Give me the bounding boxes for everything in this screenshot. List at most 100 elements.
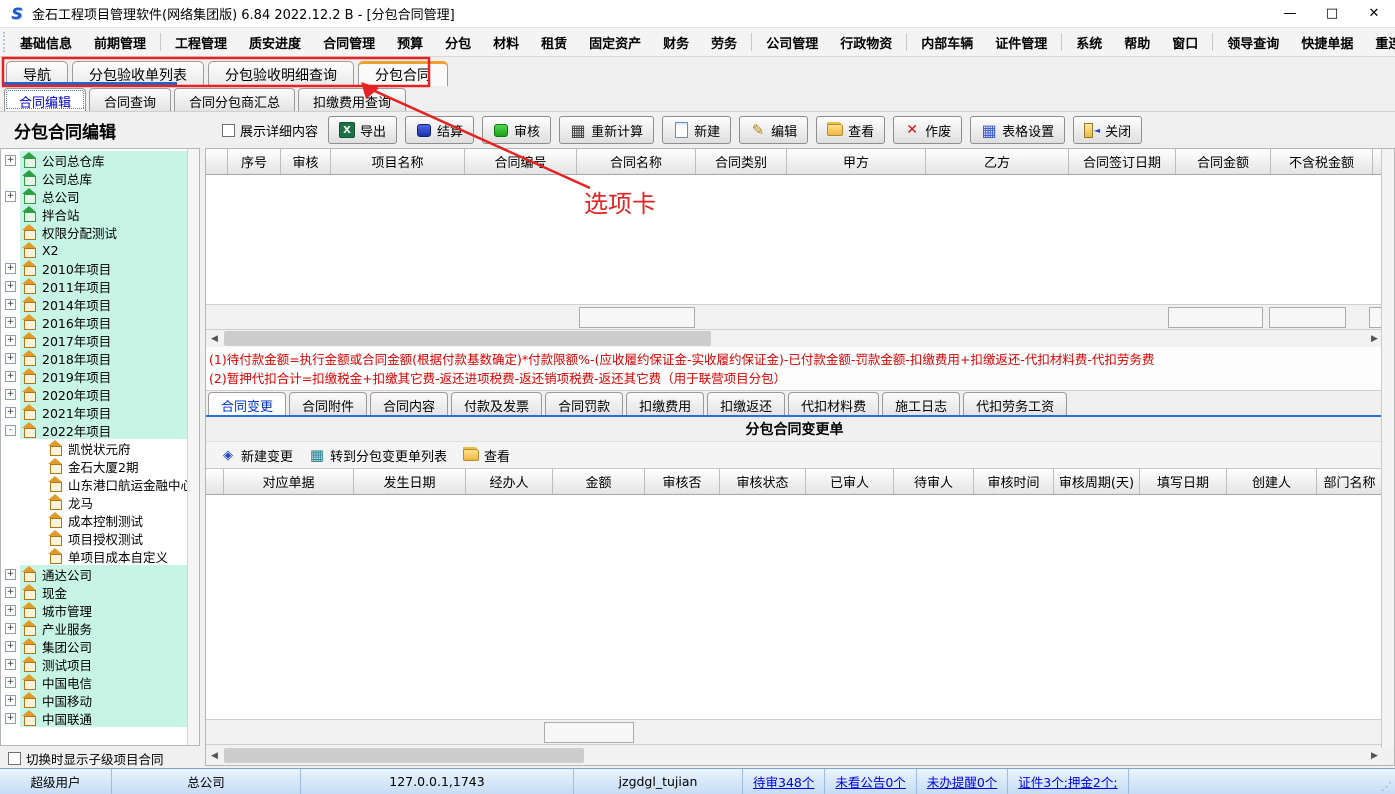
change-order-column-header[interactable]: 部门名称 bbox=[1317, 469, 1383, 494]
menu-item[interactable]: 劳务 bbox=[700, 29, 748, 56]
toolbar-button[interactable]: 新建 bbox=[662, 116, 731, 144]
tree-item[interactable]: + 中国联通 bbox=[1, 709, 187, 727]
contract-column-header[interactable]: 合同类别 bbox=[696, 149, 787, 174]
show-detail-checkbox[interactable] bbox=[222, 124, 235, 137]
tree-item[interactable]: 公司总库 bbox=[1, 169, 187, 187]
contract-column-header[interactable] bbox=[206, 149, 228, 174]
menu-item[interactable]: 重连网络 bbox=[1364, 29, 1395, 56]
menu-item[interactable]: 窗口 bbox=[1161, 29, 1209, 56]
menu-item[interactable]: 材料 bbox=[482, 29, 530, 56]
tree-expand-toggle[interactable]: + bbox=[5, 695, 16, 706]
contract-column-header[interactable]: 不含税金额 bbox=[1271, 149, 1373, 174]
tree-item[interactable]: + 2010年项目 bbox=[1, 259, 187, 277]
view-tab[interactable]: 合同编辑 bbox=[4, 88, 86, 111]
toolbar-button[interactable]: 审核 bbox=[482, 116, 551, 144]
tree-expand-toggle[interactable]: + bbox=[5, 335, 16, 346]
tree-expand-toggle[interactable]: + bbox=[5, 353, 16, 364]
tree-vertical-scrollbar[interactable] bbox=[187, 149, 199, 745]
contract-column-header[interactable]: 审核 bbox=[281, 149, 331, 174]
tree-expand-toggle[interactable]: + bbox=[5, 299, 16, 310]
menu-item[interactable]: 系统 bbox=[1065, 29, 1113, 56]
toolbar-button[interactable]: 作废 bbox=[893, 116, 962, 144]
tree-expand-toggle[interactable]: + bbox=[5, 407, 16, 418]
change-order-column-header[interactable]: 金额 bbox=[553, 469, 645, 494]
detail-tab[interactable]: 付款及发票 bbox=[451, 392, 542, 415]
menu-item[interactable]: 合同管理 bbox=[312, 29, 386, 56]
detail-tab[interactable]: 合同罚款 bbox=[545, 392, 623, 415]
change-order-table-body[interactable] bbox=[206, 495, 1383, 719]
tree-item[interactable]: + 2011年项目 bbox=[1, 277, 187, 295]
menu-item[interactable]: 分包 bbox=[434, 29, 482, 56]
detail-tab[interactable]: 代扣劳务工资 bbox=[963, 392, 1067, 415]
toolbar-button[interactable]: 结算 bbox=[405, 116, 474, 144]
scrollbar-thumb[interactable] bbox=[224, 331, 711, 346]
menu-item[interactable] bbox=[751, 33, 752, 51]
tree-expand-toggle[interactable]: + bbox=[5, 659, 16, 670]
window-control-button[interactable]: ✕ bbox=[1353, 1, 1395, 27]
view-tab[interactable]: 合同分包商汇总 bbox=[174, 88, 295, 111]
change-order-column-header[interactable]: 经办人 bbox=[466, 469, 553, 494]
status-link[interactable]: 未看公告0个 bbox=[825, 769, 916, 794]
menu-item[interactable] bbox=[160, 33, 161, 51]
window-control-button[interactable]: □ bbox=[1311, 1, 1353, 27]
tree-item[interactable]: 金石大厦2期 bbox=[1, 457, 187, 475]
menu-item[interactable]: 预算 bbox=[386, 29, 434, 56]
change-order-column-header[interactable]: 对应单据 bbox=[224, 469, 354, 494]
tree-item[interactable]: - 2022年项目 bbox=[1, 421, 187, 439]
view-tab[interactable]: 扣缴费用查询 bbox=[298, 88, 406, 111]
menu-item[interactable]: 领导查询 bbox=[1216, 29, 1290, 56]
menu-item[interactable]: 前期管理 bbox=[83, 29, 157, 56]
tree-item[interactable]: + 测试项目 bbox=[1, 655, 187, 673]
scroll-left-icon[interactable]: ◀ bbox=[206, 747, 223, 764]
detail-tab[interactable]: 合同附件 bbox=[289, 392, 367, 415]
change-order-column-header[interactable]: 发生日期 bbox=[354, 469, 466, 494]
tree-item[interactable]: 单项目成本自定义 bbox=[1, 547, 187, 565]
menu-item[interactable]: 工程管理 bbox=[164, 29, 238, 56]
contract-column-header[interactable]: 合同编号 bbox=[465, 149, 577, 174]
tree-expand-toggle[interactable]: + bbox=[5, 713, 16, 724]
tree-expand-toggle[interactable]: + bbox=[5, 569, 16, 580]
tree-expand-toggle[interactable]: + bbox=[5, 317, 16, 328]
menu-item[interactable]: 公司管理 bbox=[755, 29, 829, 56]
tree-item[interactable]: + 现金 bbox=[1, 583, 187, 601]
detail-tab[interactable]: 扣缴返还 bbox=[707, 392, 785, 415]
menu-item[interactable] bbox=[1061, 33, 1062, 51]
tree-item[interactable]: 山东港口航运金融中心 bbox=[1, 475, 187, 493]
menu-item[interactable]: 质安进度 bbox=[238, 29, 312, 56]
detail-tab[interactable]: 施工日志 bbox=[882, 392, 960, 415]
detail-tab[interactable]: 合同内容 bbox=[370, 392, 448, 415]
tree-item[interactable]: + 中国移动 bbox=[1, 691, 187, 709]
tree-expand-toggle[interactable]: + bbox=[5, 587, 16, 598]
tree-item[interactable]: 成本控制测试 bbox=[1, 511, 187, 529]
status-link[interactable]: 证件3个;押金2个; bbox=[1008, 769, 1128, 794]
tree-expand-toggle[interactable]: + bbox=[5, 191, 16, 202]
menu-item[interactable] bbox=[1212, 33, 1213, 51]
detail-tab[interactable]: 扣缴费用 bbox=[626, 392, 704, 415]
contract-column-header[interactable]: 合同名称 bbox=[577, 149, 696, 174]
toolbar-button[interactable]: 导出 bbox=[328, 116, 397, 144]
tree-expand-toggle[interactable]: + bbox=[5, 155, 16, 166]
show-child-contracts-checkbox[interactable] bbox=[8, 752, 21, 765]
menu-item[interactable]: 快捷单据 bbox=[1290, 29, 1364, 56]
change-order-column-header[interactable]: 审核状态 bbox=[720, 469, 806, 494]
module-tab[interactable]: 分包验收明细查询 bbox=[208, 61, 354, 86]
contract-column-header[interactable]: 甲方 bbox=[787, 149, 926, 174]
tree-expand-toggle[interactable]: + bbox=[5, 605, 16, 616]
tree-expand-toggle[interactable]: + bbox=[5, 677, 16, 688]
scroll-left-icon[interactable]: ◀ bbox=[206, 330, 223, 347]
menu-item[interactable]: 固定资产 bbox=[578, 29, 652, 56]
menu-item[interactable]: 证件管理 bbox=[984, 29, 1058, 56]
menu-item[interactable]: 帮助 bbox=[1113, 29, 1161, 56]
tree-expand-toggle[interactable]: - bbox=[5, 425, 16, 436]
tree-expand-toggle[interactable]: + bbox=[5, 263, 16, 274]
resize-grip-icon[interactable]: ⋰ bbox=[1381, 780, 1395, 794]
change-order-column-header[interactable]: 审核时间 bbox=[974, 469, 1054, 494]
window-control-button[interactable]: — bbox=[1269, 1, 1311, 27]
tree-item[interactable]: 项目授权测试 bbox=[1, 529, 187, 547]
tree-expand-toggle[interactable]: + bbox=[5, 371, 16, 382]
module-tab[interactable]: 分包合同 bbox=[358, 61, 448, 86]
menu-item[interactable]: 财务 bbox=[652, 29, 700, 56]
toolbar-button[interactable]: 表格设置 bbox=[970, 116, 1065, 144]
detail-toolbar-button[interactable]: 查看 bbox=[455, 443, 518, 468]
tree-expand-toggle[interactable]: + bbox=[5, 641, 16, 652]
